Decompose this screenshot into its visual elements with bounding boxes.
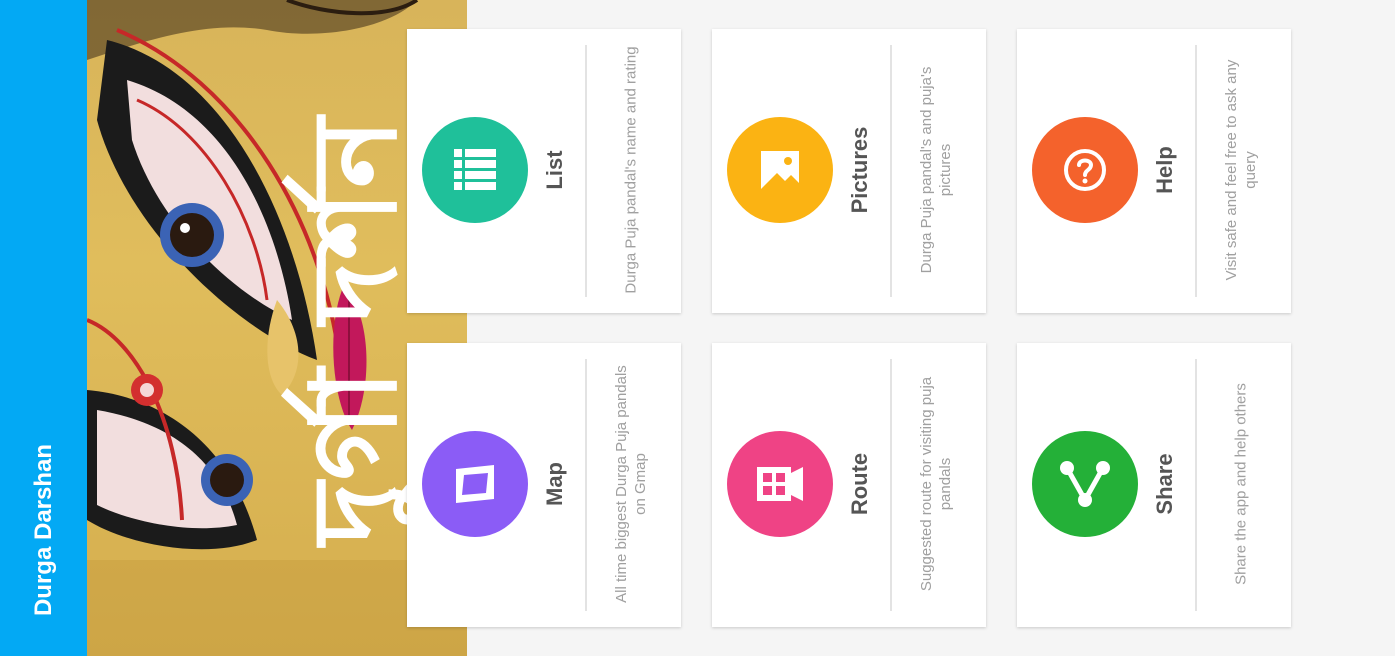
card-title: Pictures xyxy=(847,126,872,214)
card-title: Route xyxy=(847,452,872,516)
card-title: Map xyxy=(542,462,567,506)
card-description: Durga Puja pandal's name and rating xyxy=(622,46,640,294)
card-list[interactable]: List Durga Puja pandal's name and rating xyxy=(407,29,681,313)
card-divider xyxy=(585,359,587,611)
card-title: Share xyxy=(1152,453,1177,515)
card-title: List xyxy=(542,150,567,190)
card-divider xyxy=(1195,359,1197,611)
card-title: Help xyxy=(1152,146,1177,194)
card-description: Visit safe and feel free to ask any quer… xyxy=(1223,59,1259,281)
app-title: Durga Darshan xyxy=(30,443,57,617)
card-description: Suggested route for visiting puja pandal… xyxy=(918,376,954,592)
card-pictures[interactable]: Pictures Durga Puja pandal's and puja's … xyxy=(712,29,986,313)
card-description: Share the app and help others xyxy=(1232,383,1250,585)
help-icon xyxy=(1032,117,1138,223)
card-route[interactable]: Route Suggested route for visiting puja … xyxy=(712,343,986,627)
card-description: Durga Puja pandal's and puja's pictures xyxy=(918,66,954,274)
list-icon xyxy=(422,117,528,223)
card-help[interactable]: Help Visit safe and feel free to ask any… xyxy=(1017,29,1291,313)
card-description: All time biggest Durga Puja pandals on G… xyxy=(613,365,649,603)
map-icon xyxy=(422,431,528,537)
card-map[interactable]: Map All time biggest Durga Puja pandals … xyxy=(407,343,681,627)
picture-icon xyxy=(727,117,833,223)
share-icon xyxy=(1032,431,1138,537)
app-bar: Durga Darshan xyxy=(0,0,87,656)
card-divider xyxy=(890,45,892,297)
card-divider xyxy=(1195,45,1197,297)
card-share[interactable]: Share Share the app and help others xyxy=(1017,343,1291,627)
route-icon xyxy=(727,431,833,537)
card-divider xyxy=(585,45,587,297)
card-divider xyxy=(890,359,892,611)
